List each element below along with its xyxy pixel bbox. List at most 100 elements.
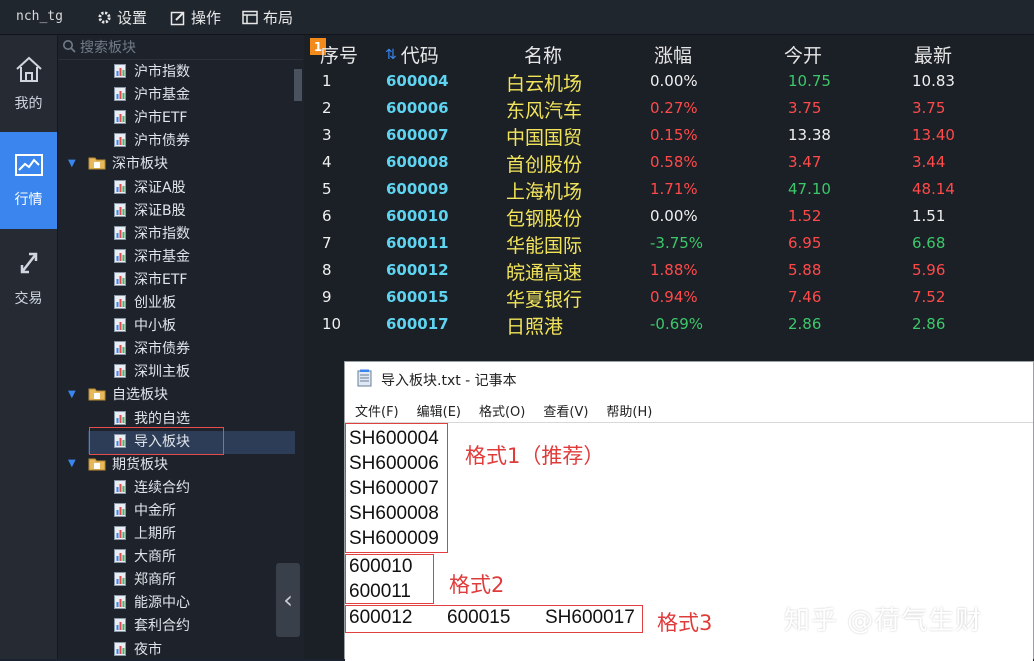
tree-label: 中小板 [134,318,176,335]
tree-item[interactable]: 深市债券 [114,337,190,359]
tree-label: 深证A股 [134,179,186,196]
tree-label: 沪市指数 [134,64,190,80]
cell-last: 3.44 [912,153,946,171]
tree-label: 深市板块 [112,156,168,173]
file-icon [114,271,126,286]
cell-last: 10.83 [912,72,955,90]
col-header-change[interactable]: 涨幅 [654,41,692,68]
tree-item[interactable]: 创业板 [114,291,176,313]
tree-item[interactable]: 深市基金 [114,245,190,267]
expand-arrow-icon[interactable]: ▼ [68,158,76,169]
tree-label: 套利合约 [134,618,190,635]
expand-arrow-icon[interactable]: ▼ [68,458,76,469]
format3-outline [345,605,643,633]
tree-item[interactable]: 连续合约 [114,476,190,498]
col-header-last[interactable]: 最新 [914,41,952,68]
file-icon [114,318,126,333]
folder-icon [88,457,106,471]
menu-view[interactable]: 查看(V) [543,401,588,420]
tree-folder[interactable]: ▼ 自选板块 [68,383,168,405]
notepad-icon [357,369,373,391]
tree-item[interactable]: 沪市债券 [114,129,190,151]
cell-open: 2.86 [788,315,822,333]
tree-item[interactable]: 郑商所 [114,568,176,590]
tree-item[interactable]: 深证A股 [114,176,186,198]
cell-code: 600009 [386,180,449,198]
sector-search-input[interactable]: 搜索板块 [58,35,303,60]
nav-item-market[interactable]: 行情 [0,132,57,229]
tree-scrollbar[interactable] [294,69,302,101]
operate-menu[interactable]: 操作 [170,7,221,28]
expand-arrow-icon[interactable]: ▼ [68,389,76,400]
cell-change: -0.69% [650,315,704,333]
cell-seq: 9 [322,288,332,306]
tree-folder[interactable]: ▼ 深市板块 [68,152,168,174]
gear-icon [96,10,112,26]
file-icon [114,110,126,125]
tree-label: 深市债券 [134,341,190,358]
file-icon [114,133,126,148]
search-placeholder: 搜索板块 [80,40,136,56]
cell-last: 13.40 [912,126,955,144]
menu-file[interactable]: 文件(F) [355,401,399,420]
tree-label: 连续合约 [134,479,190,496]
tree-item[interactable]: 深市ETF [114,268,187,290]
tree-item[interactable]: 中小板 [114,314,176,336]
tree-label: 我的自选 [134,410,190,427]
cell-open: 47.10 [788,180,831,198]
cell-change: 1.88% [650,261,698,279]
tree-label: 夜市 [134,641,162,658]
tree-item[interactable]: 深圳主板 [114,360,190,382]
tree-label: 沪市基金 [134,87,190,104]
menu-format[interactable]: 格式(O) [479,401,525,420]
cell-name: 华能国际 [506,235,583,257]
tree-folder[interactable]: ▼ 期货板块 [68,453,168,475]
tree-item[interactable]: 夜市 [114,638,162,660]
nav-item-trade[interactable]: 交易 [0,229,57,326]
menu-edit[interactable]: 编辑(E) [417,401,461,420]
tree-item[interactable]: 沪市ETF [114,106,187,128]
col-header-code[interactable]: ⇅ 代码 [385,41,439,68]
notepad-title: 导入板块.txt - 记事本 [381,373,517,389]
tree-item[interactable]: 沪市基金 [114,83,190,105]
menu-help[interactable]: 帮助(H) [606,401,652,420]
col-header-seq[interactable]: 序号 [320,41,364,68]
tree-item[interactable]: 沪市指数 [114,60,190,82]
collapse-panel-button[interactable]: ‹ [276,563,300,637]
cell-seq: 8 [322,261,332,279]
tree-item[interactable]: 深证B股 [114,199,186,221]
cell-name: 皖通高速 [506,262,583,284]
cell-seq: 1 [322,72,332,90]
cell-open: 6.95 [788,234,822,252]
tree-item[interactable]: 我的自选 [114,407,190,429]
tree-item[interactable]: 上期所 [114,522,176,544]
top-bar: nch_tg 设置 操作 布局 [0,0,1034,35]
tree-item[interactable]: 深市指数 [114,222,190,244]
nav-item-mine-label: 我的 [14,95,43,112]
tree-item[interactable]: 中金所 [114,499,176,521]
cell-seq: 2 [322,99,332,117]
cell-open: 10.75 [788,72,831,90]
tree-item[interactable]: 大商所 [114,545,176,567]
layout-menu[interactable]: 布局 [242,7,293,28]
col-header-open[interactable]: 今开 [784,41,822,68]
cell-seq: 3 [322,126,332,144]
cell-open: 1.52 [788,207,822,225]
tree-label: 深市指数 [134,225,190,242]
cell-open: 3.75 [788,99,822,117]
format2-outline [345,554,434,604]
col-header-name[interactable]: 名称 [524,41,562,68]
cell-change: 0.58% [650,153,698,171]
folder-icon [88,156,106,170]
tree-item[interactable]: 能源中心 [114,591,190,613]
tree-label: 大商所 [134,549,176,566]
file-icon [114,225,126,240]
sector-tree: 搜索板块 沪市指数 沪市基金 沪市ETF 沪市债券 ▼ 深市板块 深证A股 深证B股 深市指数深… [58,35,303,659]
settings-menu[interactable]: 设置 [96,7,147,28]
nav-item-mine[interactable]: 我的 [0,35,57,132]
cell-seq: 6 [322,207,332,225]
tree-item[interactable]: 套利合约 [114,614,190,636]
cell-change: 0.15% [650,126,698,144]
tree-label: 深圳主板 [134,364,190,381]
file-icon [114,248,126,263]
